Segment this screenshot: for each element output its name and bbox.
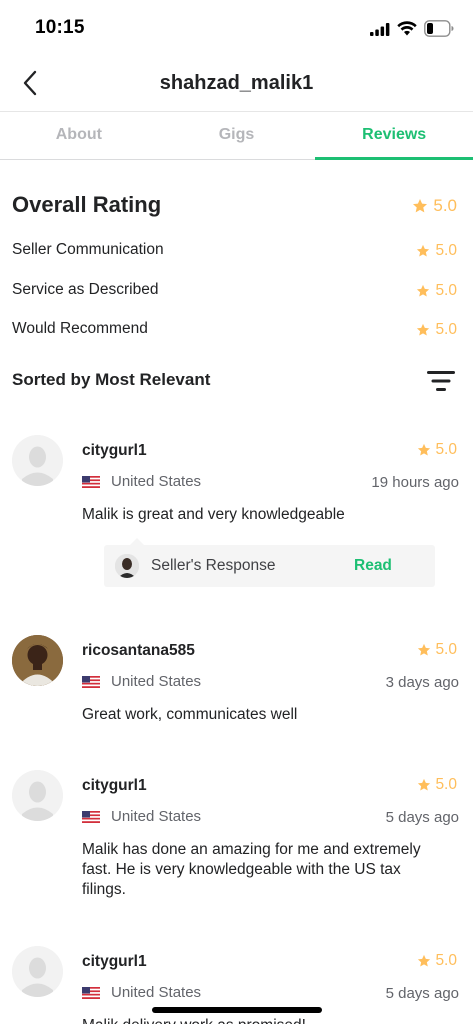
star-icon [418,778,431,791]
overall-rating-score: 5.0 [412,196,457,216]
profile-tabs: About Gigs Reviews [0,112,473,160]
review-item: citygurl1 5.0 United States 19 hours ago… [0,435,473,595]
filter-lines-icon [427,371,455,391]
us-flag-icon [82,987,100,999]
rating-row-value: 5.0 [435,242,457,259]
reviewer-country: United States [111,984,202,1001]
home-indicator[interactable] [152,1007,322,1013]
rating-row-score: 5.0 [416,321,457,339]
reviewer-name[interactable]: ricosantana585 [82,642,195,660]
review-rating: 5.0 [417,776,457,794]
reviewer-name[interactable]: citygurl1 [82,953,147,971]
tab-gigs[interactable]: Gigs [158,112,316,159]
status-bar: 10:15 [0,0,473,56]
review-text: Malik is great and very knowledgeable [82,506,345,523]
overall-rating-label: Overall Rating [12,192,162,217]
person-silhouette-icon [12,435,63,486]
seller-response-label: Seller's Response [151,557,276,574]
sort-label: Sorted by Most Relevant [12,370,211,389]
us-flag-icon [82,676,100,688]
star-icon [413,199,428,213]
rating-row-seller-communication: Seller Communication 5.0 [12,241,457,263]
review-rating-value: 5.0 [435,952,457,969]
star-icon [418,643,431,656]
rating-row-value: 5.0 [435,321,457,338]
person-silhouette-icon [12,770,63,821]
rating-row-would-recommend: Would Recommend 5.0 [12,320,457,342]
star-icon [417,323,430,336]
rating-row-score: 5.0 [416,282,457,300]
us-flag-icon [82,811,100,823]
star-icon [417,284,430,297]
avatar [12,946,63,997]
avatar [12,770,63,821]
rating-row-label: Service as Described [12,281,159,298]
avatar [12,635,63,686]
user-photo-icon [12,635,63,686]
overall-rating-value: 5.0 [433,196,457,215]
reviewer-country: United States [111,673,202,690]
seller-response[interactable]: Seller's Response Read [104,538,435,587]
reviewer-name[interactable]: citygurl1 [82,442,147,460]
review-item: ricosantana585 5.0 United States 3 days … [0,635,473,735]
battery-icon [424,20,454,37]
review-text: Malik delivery work as promised! [82,1016,445,1024]
review-time: 5 days ago [385,985,459,1002]
star-icon [418,443,431,456]
rating-row-score: 5.0 [416,242,457,260]
read-response-link[interactable]: Read [354,557,392,575]
review-text: Great work, communicates well [82,706,298,723]
sort-row: Sorted by Most Relevant [12,370,457,396]
tab-reviews[interactable]: Reviews [315,112,473,160]
reviewer-country: United States [111,808,202,825]
review-time: 5 days ago [385,809,459,826]
review-rating-value: 5.0 [435,776,457,793]
star-icon [417,244,430,257]
rating-row-label: Seller Communication [12,241,164,258]
review-item: citygurl1 5.0 United States 5 days ago M… [0,770,473,910]
rating-row-value: 5.0 [435,282,457,299]
review-time: 19 hours ago [371,474,459,491]
status-time: 10:15 [35,17,85,38]
filter-button[interactable] [427,370,455,392]
rating-row-service-as-described: Service as Described 5.0 [12,281,457,303]
wifi-icon [397,21,417,36]
review-rating-value: 5.0 [435,441,457,458]
rating-row-label: Would Recommend [12,320,148,337]
review-rating-value: 5.0 [435,641,457,658]
tab-about[interactable]: About [0,112,158,159]
seller-photo-icon [115,554,139,578]
review-rating: 5.0 [417,441,457,459]
review-rating: 5.0 [417,641,457,659]
overall-rating: Overall Rating 5.0 [12,192,457,222]
signal-icon [370,23,390,36]
reviewer-country: United States [111,473,202,490]
review-rating: 5.0 [417,952,457,970]
person-silhouette-icon [12,946,63,997]
star-icon [418,954,431,967]
review-time: 3 days ago [385,674,459,691]
review-text: Malik has done an amazing for me and ext… [82,841,421,898]
page-title: shahzad_malik1 [159,72,314,94]
us-flag-icon [82,476,100,488]
reviewer-name[interactable]: citygurl1 [82,777,147,795]
nav-header: shahzad_malik1 [0,56,473,112]
avatar [12,435,63,486]
seller-avatar [115,554,139,578]
